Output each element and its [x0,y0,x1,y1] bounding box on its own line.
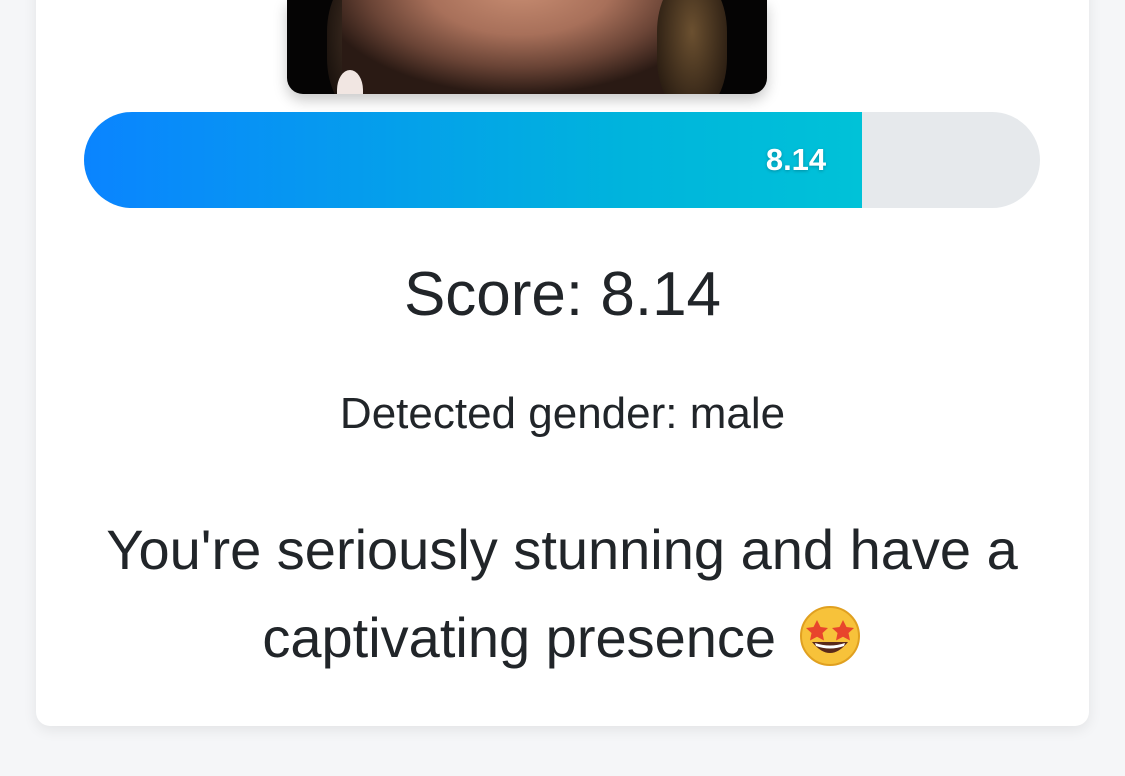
result-message-text: You're seriously stunning and have a cap… [106,518,1018,669]
score-progress-bar: 8.14 [84,112,1040,208]
score-text: Score: 8.14 [403,260,722,329]
photo-hair-right [657,0,727,94]
detected-gender-text: Detected gender: male [339,389,786,438]
face-photo [287,0,767,94]
result-message: You're seriously stunning and have a cap… [62,506,1062,682]
score-progress-fill: 8.14 [84,112,863,208]
score-progress-label: 8.14 [765,142,827,177]
star-struck-emoji-icon [799,606,860,667]
